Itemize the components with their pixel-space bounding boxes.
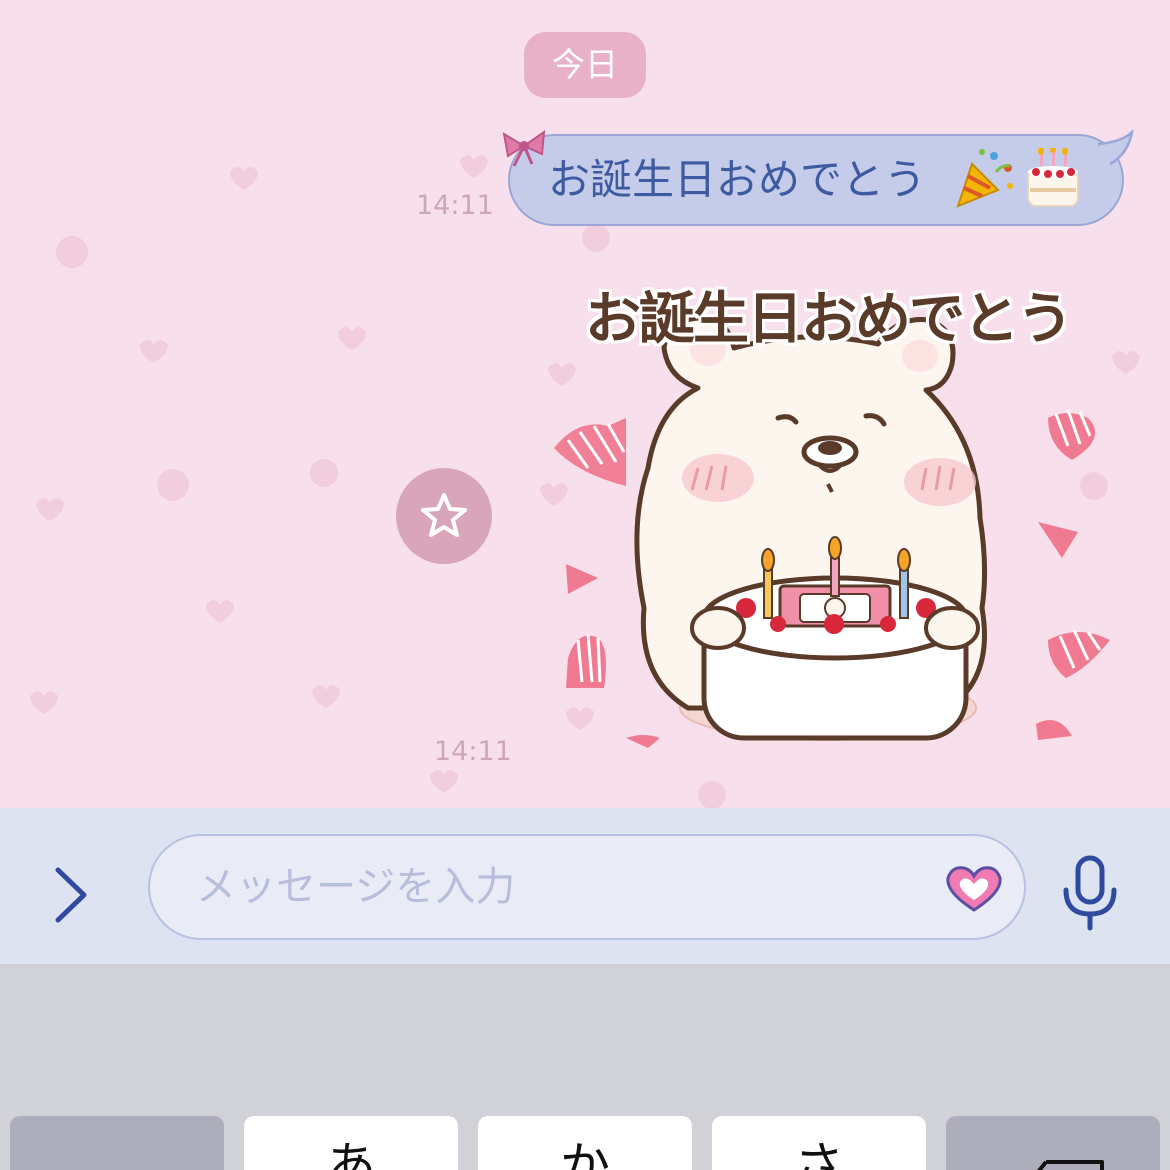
chevron-right-icon[interactable] bbox=[40, 860, 100, 930]
message-time: 14:11 bbox=[416, 190, 494, 221]
keyboard-key-function[interactable] bbox=[10, 1116, 224, 1170]
message-text: お誕生日おめでとう bbox=[548, 155, 927, 204]
message-placeholder: メッセージを入力 bbox=[196, 864, 516, 910]
keyboard-key-a[interactable]: あ bbox=[244, 1116, 458, 1170]
birthday-sticker[interactable]: お誕生日おめでとう bbox=[548, 268, 1128, 768]
sticker-caption: お誕生日おめでとう bbox=[585, 287, 1073, 352]
date-separator: 今日 bbox=[524, 32, 646, 98]
keyboard-key-ka[interactable]: か bbox=[478, 1116, 692, 1170]
keyboard-key-delete[interactable] bbox=[946, 1116, 1160, 1170]
star-icon bbox=[421, 493, 467, 537]
ribbon-icon bbox=[502, 129, 546, 167]
keyboard-key-sa[interactable]: さ bbox=[712, 1116, 926, 1170]
heart-emoji-icon[interactable] bbox=[944, 864, 1004, 914]
birthday-cake-icon bbox=[1027, 148, 1079, 207]
sticker-time: 14:11 bbox=[434, 736, 512, 767]
message-input-bar: メッセージを入力 bbox=[0, 808, 1170, 964]
party-popper-icon bbox=[956, 149, 1013, 208]
chat-area[interactable]: 今日 お誕生日おめでとう 14:11 お誕生日おめでとう 14:11 bbox=[0, 0, 1170, 808]
microphone-icon[interactable] bbox=[1058, 852, 1122, 932]
favorite-sticker-button[interactable] bbox=[396, 468, 492, 564]
bubble-tail bbox=[1098, 130, 1134, 168]
delete-icon bbox=[1037, 1160, 1104, 1170]
keyboard: あ か さ bbox=[0, 964, 1170, 1170]
message-input[interactable]: メッセージを入力 bbox=[148, 834, 1026, 940]
